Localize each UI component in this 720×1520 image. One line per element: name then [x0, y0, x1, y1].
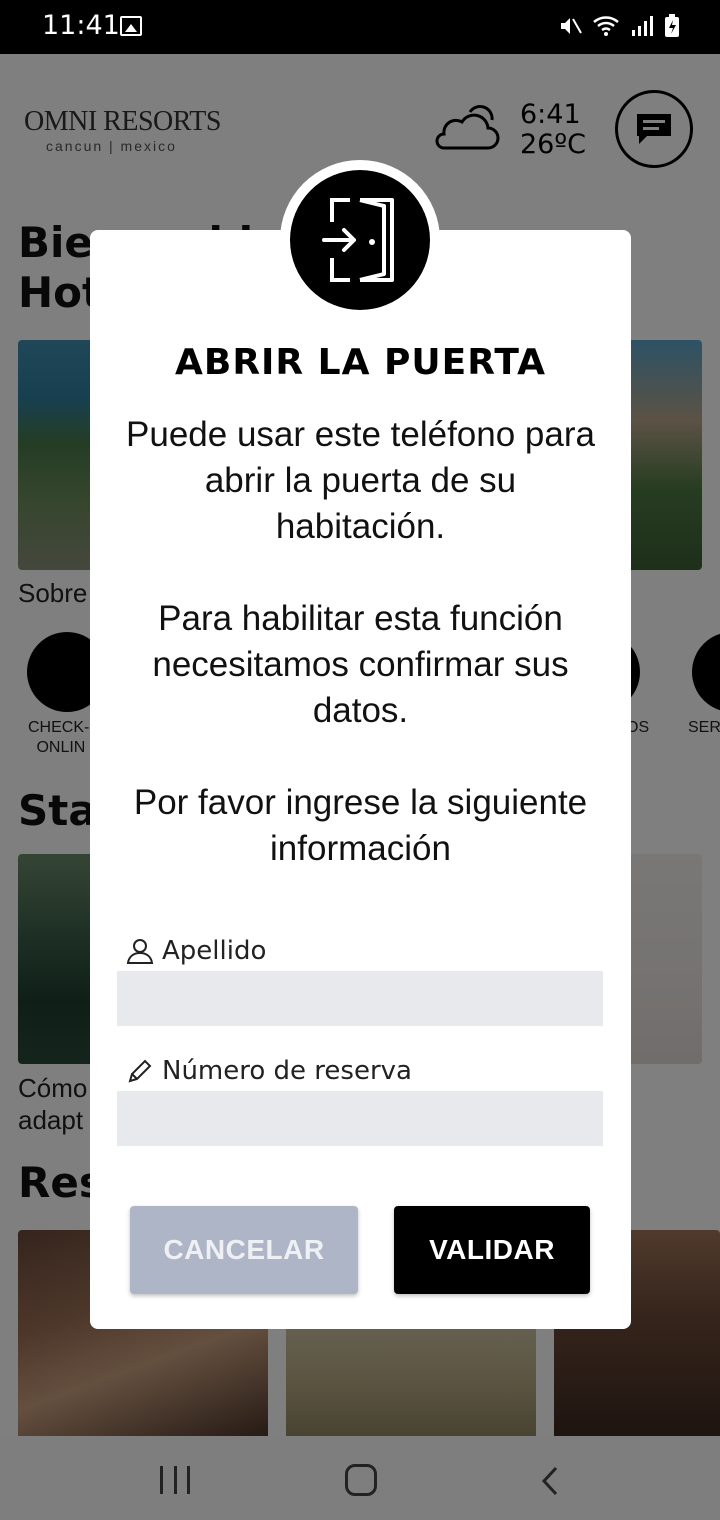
home-button[interactable] [345, 1464, 377, 1496]
surname-label-text: Apellido [162, 936, 267, 966]
surname-input[interactable] [117, 971, 603, 1026]
pencil-icon [128, 1059, 152, 1083]
back-icon[interactable] [540, 1466, 560, 1496]
dialog-paragraph-1: Puede usar este teléfono para abrir la p… [126, 415, 595, 546]
reservation-number-input[interactable] [117, 1091, 603, 1146]
navigation-bar [0, 1436, 720, 1520]
reservation-label-text: Número de reserva [162, 1056, 412, 1086]
surname-label: Apellido [126, 936, 266, 966]
open-door-dialog: ABRIR LA PUERTA Puede usar este teléfono… [90, 230, 631, 1329]
status-icons [558, 14, 680, 38]
dialog-title: ABRIR LA PUERTA [175, 342, 546, 383]
user-icon [126, 939, 154, 964]
recents-button[interactable] [160, 1466, 190, 1494]
door-enter-icon [322, 198, 394, 282]
mute-icon [561, 18, 582, 34]
dialog-paragraph-2: Para habilitar esta función necesitamos … [152, 599, 569, 730]
reservation-label: Número de reserva [126, 1056, 412, 1086]
image-notification-icon [120, 16, 142, 36]
signal-icon [632, 16, 653, 36]
status-bar: 11:41 [0, 0, 720, 54]
door-badge [280, 160, 440, 320]
wifi-icon [593, 16, 619, 36]
cancel-button[interactable]: CANCELAR [130, 1206, 358, 1294]
battery-icon [665, 14, 679, 37]
validate-button[interactable]: VALIDAR [394, 1206, 590, 1294]
door-circle [290, 170, 430, 310]
dialog-paragraph-3: Por favor ingrese la siguiente informaci… [133, 783, 588, 868]
status-time: 11:41 [42, 10, 120, 41]
